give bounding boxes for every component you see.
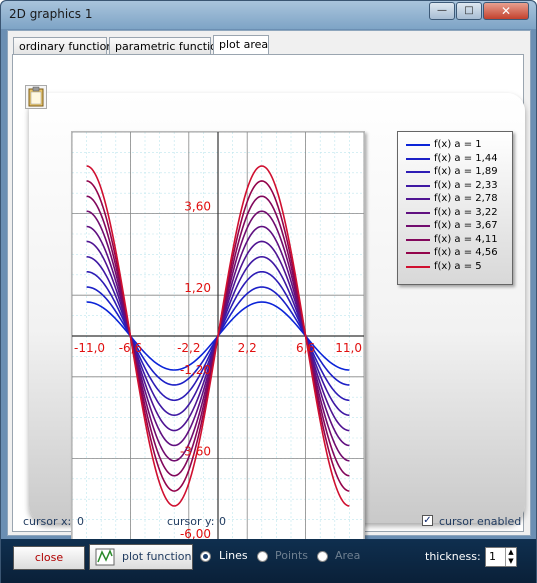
plot-legend: f(x) a = 1 f(x) a = 1,44 f(x) a = 1,89 f(x)… [397,131,513,285]
window-title: 2D graphics 1 [9,7,93,21]
lines-radio-label: Lines [219,549,248,562]
tab-parametric-function[interactable]: parametric function [109,37,224,55]
lines-radio[interactable] [200,551,211,562]
minimize-button[interactable]: — [429,2,455,20]
cursor-y-label: cursor y: [167,515,215,528]
legend-label: f(x) a = 4,11 [434,233,498,245]
plot-area-panel: -11,0 -6,6 -2,2 2,2 6,6 11,0 3,60 1,20 -1,20 -3,6… [12,54,525,541]
points-radio[interactable] [257,551,268,562]
legend-label: f(x) a = 1,89 [434,166,498,177]
close-button[interactable]: close [13,546,85,570]
area-radio-label: Area [335,549,361,562]
client-area: ordinary functions parametric function p… [7,30,531,541]
legend-swatch [406,171,430,173]
legend-label: f(x) a = 3,67 [434,220,498,231]
legend-swatch [406,211,430,214]
y-tick-label: 3,60 [184,200,211,214]
legend-swatch [406,184,430,187]
plot-function-button[interactable]: plot function [89,544,193,570]
legend-label: f(x) a = 1,44 [434,152,498,164]
y-tick-label: -1,20 [180,363,211,377]
thickness-spinner[interactable]: 1 ▲ ▼ [485,547,517,567]
legend-label: f(x) a = 4,56 [434,247,498,258]
legend-swatch [406,252,430,254]
clipboard-copy-button[interactable] [25,85,47,109]
legend-swatch [406,198,430,200]
legend-swatch [406,157,430,160]
x-tick-label: -11,0 [74,341,105,355]
area-radio[interactable] [317,551,328,562]
x-tick-label: 11,0 [335,341,362,355]
legend-swatch [406,225,430,227]
cursor-x-value: 0 [77,515,84,528]
legend-label: f(x) a = 1 [434,139,482,150]
y-tick-label: -3,60 [180,444,211,458]
legend-swatch [406,265,430,268]
title-bar: 2D graphics 1 — □ ✕ [1,1,536,29]
x-tick-label: 6,6 [296,341,315,355]
plot-chart-icon [95,548,115,566]
spin-up-icon[interactable]: ▲ [505,548,516,557]
thickness-value: 1 [489,550,496,563]
cursor-enabled-label: cursor enabled [439,515,522,528]
function-plot[interactable]: -11,0 -6,6 -2,2 2,2 6,6 11,0 3,60 1,20 -1,20 -3,6… [71,131,365,541]
x-tick-label: -2,2 [177,341,200,355]
x-tick-label: 2,2 [238,341,257,355]
plot-function-label: plot function [122,550,192,563]
cursor-y-value: 0 [219,515,226,528]
app-window: 2D graphics 1 — □ ✕ ordinary functions p… [0,0,537,583]
legend-label: f(x) a = 2,78 [434,193,498,204]
clipboard-icon [28,86,44,107]
cursor-x-label: cursor x: [23,515,72,528]
tab-plot-area[interactable]: plot area [213,35,269,56]
tab-ordinary-functions[interactable]: ordinary functions [13,37,119,55]
cursor-enabled-checkbox[interactable]: ✓ [422,515,433,526]
legend-swatch [406,144,430,146]
legend-label: f(x) a = 5 [434,260,482,272]
spin-down-icon[interactable]: ▼ [505,557,516,566]
maximize-button[interactable]: □ [456,2,482,20]
legend-label: f(x) a = 2,33 [434,179,498,191]
close-window-button[interactable]: ✕ [483,2,529,20]
thickness-label: thickness: [425,550,481,563]
legend-swatch [406,238,430,241]
x-tick-label: -6,6 [119,341,142,355]
y-tick-label: 1,20 [184,281,211,295]
legend-label: f(x) a = 3,22 [434,206,498,218]
points-radio-label: Points [275,549,309,562]
